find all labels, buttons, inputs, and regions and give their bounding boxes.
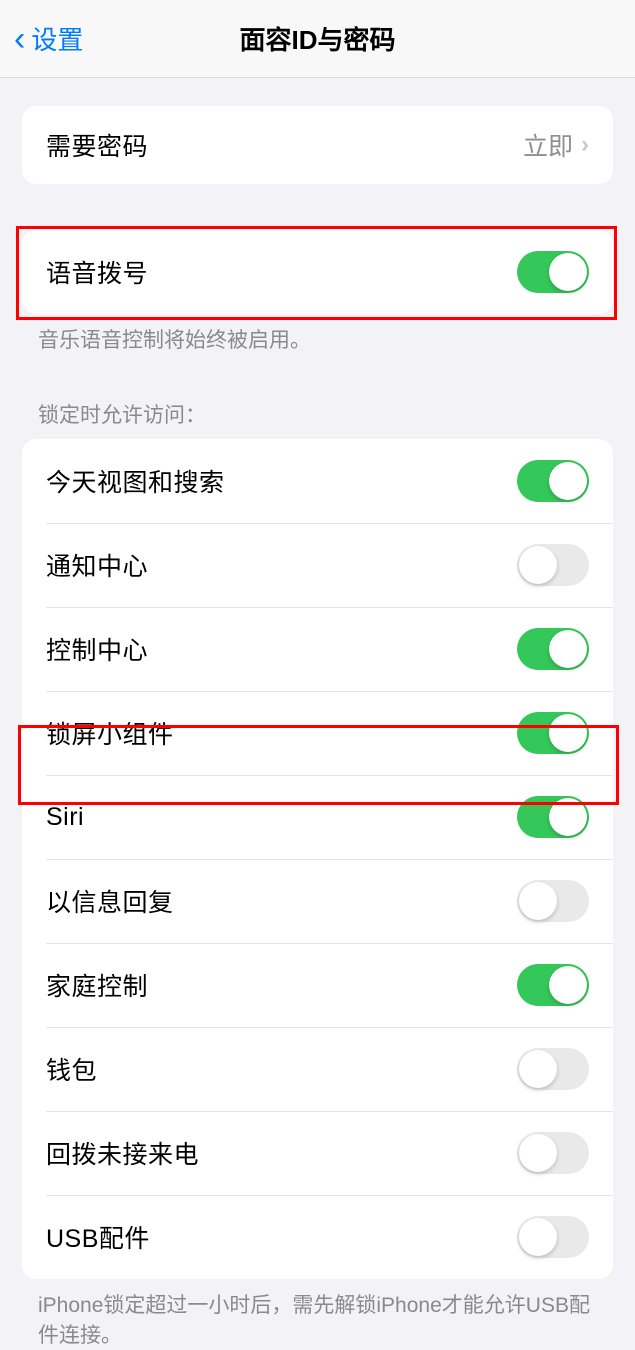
home-control-row: 家庭控制 xyxy=(22,943,613,1027)
switch-knob xyxy=(549,462,587,500)
switch-knob xyxy=(549,714,587,752)
lock-widgets-switch[interactable] xyxy=(517,712,589,754)
require-passcode-group: 需要密码 立即 › xyxy=(22,106,613,184)
voice-dial-label: 语音拨号 xyxy=(46,254,148,290)
voice-dial-group: 语音拨号 xyxy=(22,230,613,314)
back-label: 设置 xyxy=(31,20,83,57)
switch-knob xyxy=(549,798,587,836)
switch-knob xyxy=(519,546,557,584)
page-title: 面容ID与密码 xyxy=(239,20,395,57)
siri-row: Siri xyxy=(22,775,613,859)
allow-access-header: 锁定时允许访问： xyxy=(0,399,635,439)
callback-switch[interactable] xyxy=(517,1132,589,1174)
notification-center-label: 通知中心 xyxy=(46,547,148,583)
navigation-bar: ‹ 设置 面容ID与密码 xyxy=(0,0,635,78)
message-reply-label: 以信息回复 xyxy=(46,883,174,919)
voice-dial-row: 语音拨号 xyxy=(22,230,613,314)
wallet-row: 钱包 xyxy=(22,1027,613,1111)
require-passcode-row[interactable]: 需要密码 立即 › xyxy=(22,106,613,184)
require-passcode-value: 立即 › xyxy=(523,127,589,163)
control-center-switch[interactable] xyxy=(517,628,589,670)
home-control-label: 家庭控制 xyxy=(46,967,148,1003)
home-control-switch[interactable] xyxy=(517,964,589,1006)
lock-widgets-label: 锁屏小组件 xyxy=(46,715,174,751)
wallet-switch[interactable] xyxy=(517,1048,589,1090)
siri-label: Siri xyxy=(46,803,84,832)
allow-access-group: 今天视图和搜索通知中心控制中心锁屏小组件 Siri 以信息回复家庭控制钱包回拨未接来… xyxy=(22,439,613,1279)
today-view-switch[interactable] xyxy=(517,460,589,502)
usb-accessories-switch[interactable] xyxy=(517,1216,589,1258)
voice-dial-footer: 音乐语音控制将始终被启用。 xyxy=(0,314,635,355)
control-center-row: 控制中心 xyxy=(22,607,613,691)
usb-footer: iPhone锁定超过一小时后，需先解锁iPhone才能允许USB配件连接。 xyxy=(0,1279,635,1350)
today-view-label: 今天视图和搜索 xyxy=(46,463,225,499)
notification-center-row: 通知中心 xyxy=(22,523,613,607)
switch-knob xyxy=(519,1134,557,1172)
usb-accessories-row: USB配件 xyxy=(22,1195,613,1279)
today-view-row: 今天视图和搜索 xyxy=(22,439,613,523)
control-center-label: 控制中心 xyxy=(46,631,148,667)
usb-accessories-label: USB配件 xyxy=(46,1219,150,1255)
switch-knob xyxy=(519,882,557,920)
lock-widgets-row: 锁屏小组件 xyxy=(22,691,613,775)
callback-row: 回拨未接来电 xyxy=(22,1111,613,1195)
wallet-label: 钱包 xyxy=(46,1051,97,1087)
back-button[interactable]: ‹ 设置 xyxy=(0,20,83,57)
message-reply-row: 以信息回复 xyxy=(22,859,613,943)
switch-knob xyxy=(519,1218,557,1256)
switch-knob xyxy=(549,966,587,1004)
callback-label: 回拨未接来电 xyxy=(46,1135,199,1171)
message-reply-switch[interactable] xyxy=(517,880,589,922)
switch-knob xyxy=(549,253,587,291)
voice-dial-switch[interactable] xyxy=(517,251,589,293)
chevron-right-icon: › xyxy=(581,131,589,159)
require-passcode-label: 需要密码 xyxy=(46,127,148,163)
notification-center-switch[interactable] xyxy=(517,544,589,586)
switch-knob xyxy=(549,630,587,668)
siri-switch[interactable] xyxy=(517,796,589,838)
switch-knob xyxy=(519,1050,557,1088)
chevron-left-icon: ‹ xyxy=(14,22,25,56)
